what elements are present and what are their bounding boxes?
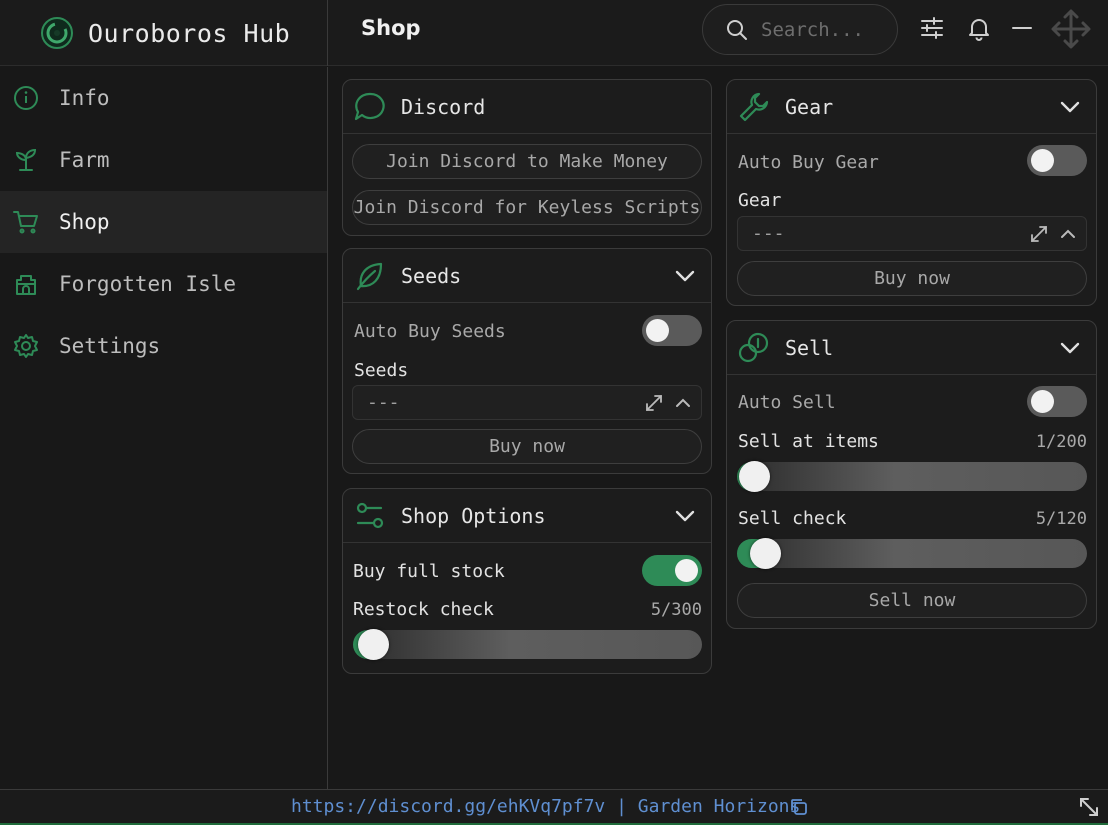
- restock-check-value: 5/300: [650, 600, 702, 620]
- chevron-down-icon[interactable]: [673, 264, 697, 288]
- auto-buy-seeds-label: Auto Buy Seeds: [354, 321, 506, 342]
- auto-sell-label: Auto Sell: [738, 392, 836, 413]
- auto-sell-toggle[interactable]: [1027, 386, 1087, 417]
- discord-panel: Discord Join Discord to Make Money Join …: [342, 79, 712, 236]
- gear-dropdown[interactable]: ---: [737, 216, 1087, 251]
- sidebar: Info Farm Shop Forgotten Isle Settings: [0, 67, 328, 789]
- sell-check-value: 5/120: [1035, 509, 1087, 529]
- sell-panel-title: Sell: [785, 335, 834, 360]
- sell-panel: Sell Auto Sell Sell at items 1/200 Sell …: [726, 320, 1097, 629]
- join-discord-money-button[interactable]: Join Discord to Make Money: [352, 144, 702, 179]
- expand-icon[interactable]: [643, 392, 665, 414]
- sidebar-item-shop[interactable]: Shop: [0, 191, 327, 253]
- sell-check-label: Sell check: [738, 508, 847, 529]
- castle-icon: [16, 275, 36, 295]
- chevron-up-icon[interactable]: [672, 392, 694, 414]
- buy-full-stock-toggle[interactable]: [642, 555, 702, 586]
- slider-thumb[interactable]: [750, 538, 782, 569]
- slider-thumb[interactable]: [358, 629, 390, 660]
- info-icon: [14, 86, 38, 110]
- toggle-knob: [675, 559, 698, 582]
- ouroboros-logo-icon: [41, 17, 73, 49]
- app-title: Ouroboros Hub: [88, 18, 291, 48]
- move-icon[interactable]: [1050, 8, 1092, 50]
- shop-options-panel-header[interactable]: Shop Options: [343, 489, 711, 543]
- chat-bubble-icon: [354, 92, 385, 120]
- sell-check-slider[interactable]: [737, 538, 1087, 569]
- sell-at-items-value: 1/200: [1035, 432, 1087, 452]
- seeds-dropdown-value: ---: [367, 392, 400, 413]
- sidebar-item-settings[interactable]: Settings: [0, 315, 327, 377]
- seeds-panel: Seeds Auto Buy Seeds Seeds --- Buy now: [342, 248, 712, 474]
- app-window: Ouroboros Hub Shop Search... Info Farm S…: [0, 0, 1108, 825]
- copy-icon[interactable]: [789, 797, 809, 817]
- gear-panel-title: Gear: [785, 94, 834, 119]
- search-input[interactable]: [761, 18, 881, 41]
- wrench-icon: [739, 92, 769, 121]
- discord-panel-title: Discord: [401, 94, 486, 119]
- auto-buy-seeds-toggle[interactable]: [642, 315, 702, 346]
- restock-check-label: Restock check: [353, 599, 494, 620]
- gear-dropdown-label: Gear: [738, 190, 782, 211]
- chevron-down-icon[interactable]: [673, 504, 697, 528]
- toggle-knob: [1031, 390, 1054, 413]
- cart-icon: [13, 211, 38, 234]
- sidebar-item-forgotten-isle[interactable]: Forgotten Isle: [0, 253, 327, 315]
- sell-now-button[interactable]: Sell now: [737, 583, 1087, 618]
- sprout-icon: [15, 148, 37, 171]
- top-bar: Ouroboros Hub Shop: [0, 0, 1108, 66]
- bell-icon[interactable]: [966, 15, 992, 41]
- resize-icon[interactable]: [1078, 796, 1100, 818]
- toggle-knob: [1031, 149, 1054, 172]
- expand-icon[interactable]: [1028, 223, 1050, 245]
- search-box[interactable]: [702, 4, 898, 55]
- sidebar-item-info[interactable]: Info: [0, 67, 327, 129]
- auto-buy-gear-toggle[interactable]: [1027, 145, 1087, 176]
- buy-seeds-button[interactable]: Buy now: [352, 429, 702, 464]
- chevron-down-icon[interactable]: [1058, 336, 1082, 360]
- brand: Ouroboros Hub: [0, 0, 328, 66]
- gear-panel-header[interactable]: Gear: [727, 80, 1096, 134]
- seeds-dropdown[interactable]: ---: [352, 385, 702, 420]
- seeds-dropdown-label: Seeds: [354, 360, 409, 381]
- footer-link[interactable]: https://discord.gg/ehKVq7pf7v | Garden H…: [291, 796, 800, 817]
- sidebar-item-label: Settings: [59, 334, 161, 358]
- seeds-panel-title: Seeds: [401, 263, 462, 288]
- toggle-knob: [646, 319, 669, 342]
- footer-bar: https://discord.gg/ehKVq7pf7v | Garden H…: [0, 789, 1108, 825]
- shop-options-panel-title: Shop Options: [401, 503, 546, 528]
- chevron-down-icon[interactable]: [1058, 95, 1082, 119]
- chevron-up-icon[interactable]: [1057, 223, 1079, 245]
- gear-panel: Gear Auto Buy Gear Gear --- Buy now: [726, 79, 1097, 306]
- sidebar-item-label: Info: [59, 86, 110, 110]
- join-discord-keyless-button[interactable]: Join Discord for Keyless Scripts: [352, 190, 702, 225]
- coins-icon: [738, 332, 769, 362]
- sidebar-item-farm[interactable]: Farm: [0, 129, 327, 191]
- sidebar-item-label: Forgotten Isle: [59, 272, 237, 296]
- seeds-panel-header[interactable]: Seeds: [343, 249, 711, 303]
- discord-panel-header: Discord: [343, 80, 711, 134]
- sidebar-item-label: Shop: [59, 210, 110, 234]
- sliders-icon[interactable]: [919, 15, 945, 41]
- slider-thumb[interactable]: [738, 461, 770, 492]
- sell-at-items-label: Sell at items: [738, 431, 879, 452]
- minimize-icon[interactable]: [1009, 15, 1035, 41]
- buy-full-stock-label: Buy full stock: [353, 561, 505, 582]
- auto-buy-gear-label: Auto Buy Gear: [738, 152, 879, 173]
- search-icon: [727, 19, 747, 40]
- restock-check-slider[interactable]: [353, 629, 702, 660]
- gear-dropdown-value: ---: [752, 223, 785, 244]
- sliders-toggle-icon: [356, 502, 384, 528]
- page-title: Shop: [361, 16, 421, 40]
- sidebar-item-label: Farm: [59, 148, 110, 172]
- leaf-icon: [356, 262, 383, 290]
- buy-gear-button[interactable]: Buy now: [737, 261, 1087, 296]
- sell-at-items-slider[interactable]: [737, 461, 1087, 492]
- shop-options-panel: Shop Options Buy full stock Restock chec…: [342, 488, 712, 674]
- gear-icon: [14, 334, 38, 358]
- sell-panel-header[interactable]: Sell: [727, 321, 1096, 375]
